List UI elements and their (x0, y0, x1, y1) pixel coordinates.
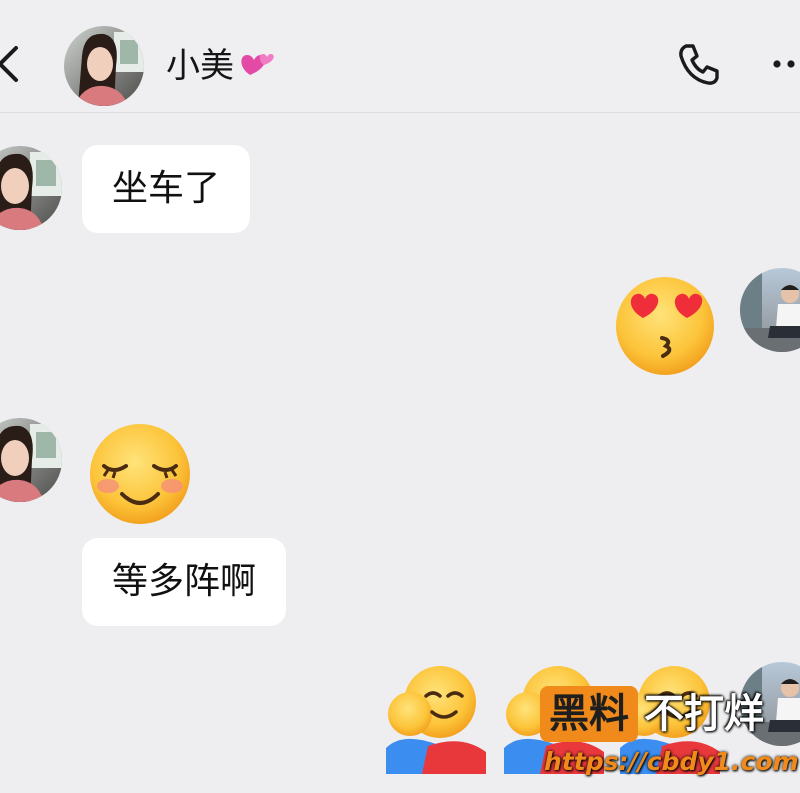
message-text: 等多阵啊 (112, 561, 257, 602)
message-text: 坐车了 (112, 168, 221, 209)
watermark-logo: 黑料 (540, 686, 638, 742)
own-avatar[interactable] (740, 268, 800, 352)
sender-avatar[interactable] (0, 418, 62, 502)
watermark-text: 不打烊 (644, 691, 764, 737)
phone-icon[interactable] (676, 41, 722, 87)
watermark: 黑料 不打烊 https://cbdy1.com (540, 686, 800, 786)
chat-header: 小美 (0, 0, 800, 113)
contact-name[interactable]: 小美 (166, 44, 234, 88)
hugging-face-emoji[interactable] (382, 662, 490, 774)
contact-avatar[interactable] (64, 26, 144, 106)
more-icon[interactable] (770, 56, 800, 72)
back-icon[interactable] (0, 40, 24, 88)
watermark-url: https://cbdy1.com (544, 747, 799, 776)
message-bubble[interactable]: 坐车了 (82, 145, 251, 233)
message-bubble[interactable]: 等多阵啊 (82, 538, 287, 626)
revolving-hearts-icon (241, 54, 274, 75)
blushing-smile-emoji[interactable] (84, 420, 196, 528)
sender-avatar[interactable] (0, 146, 62, 230)
kiss-heart-eyes-emoji[interactable] (610, 272, 720, 376)
